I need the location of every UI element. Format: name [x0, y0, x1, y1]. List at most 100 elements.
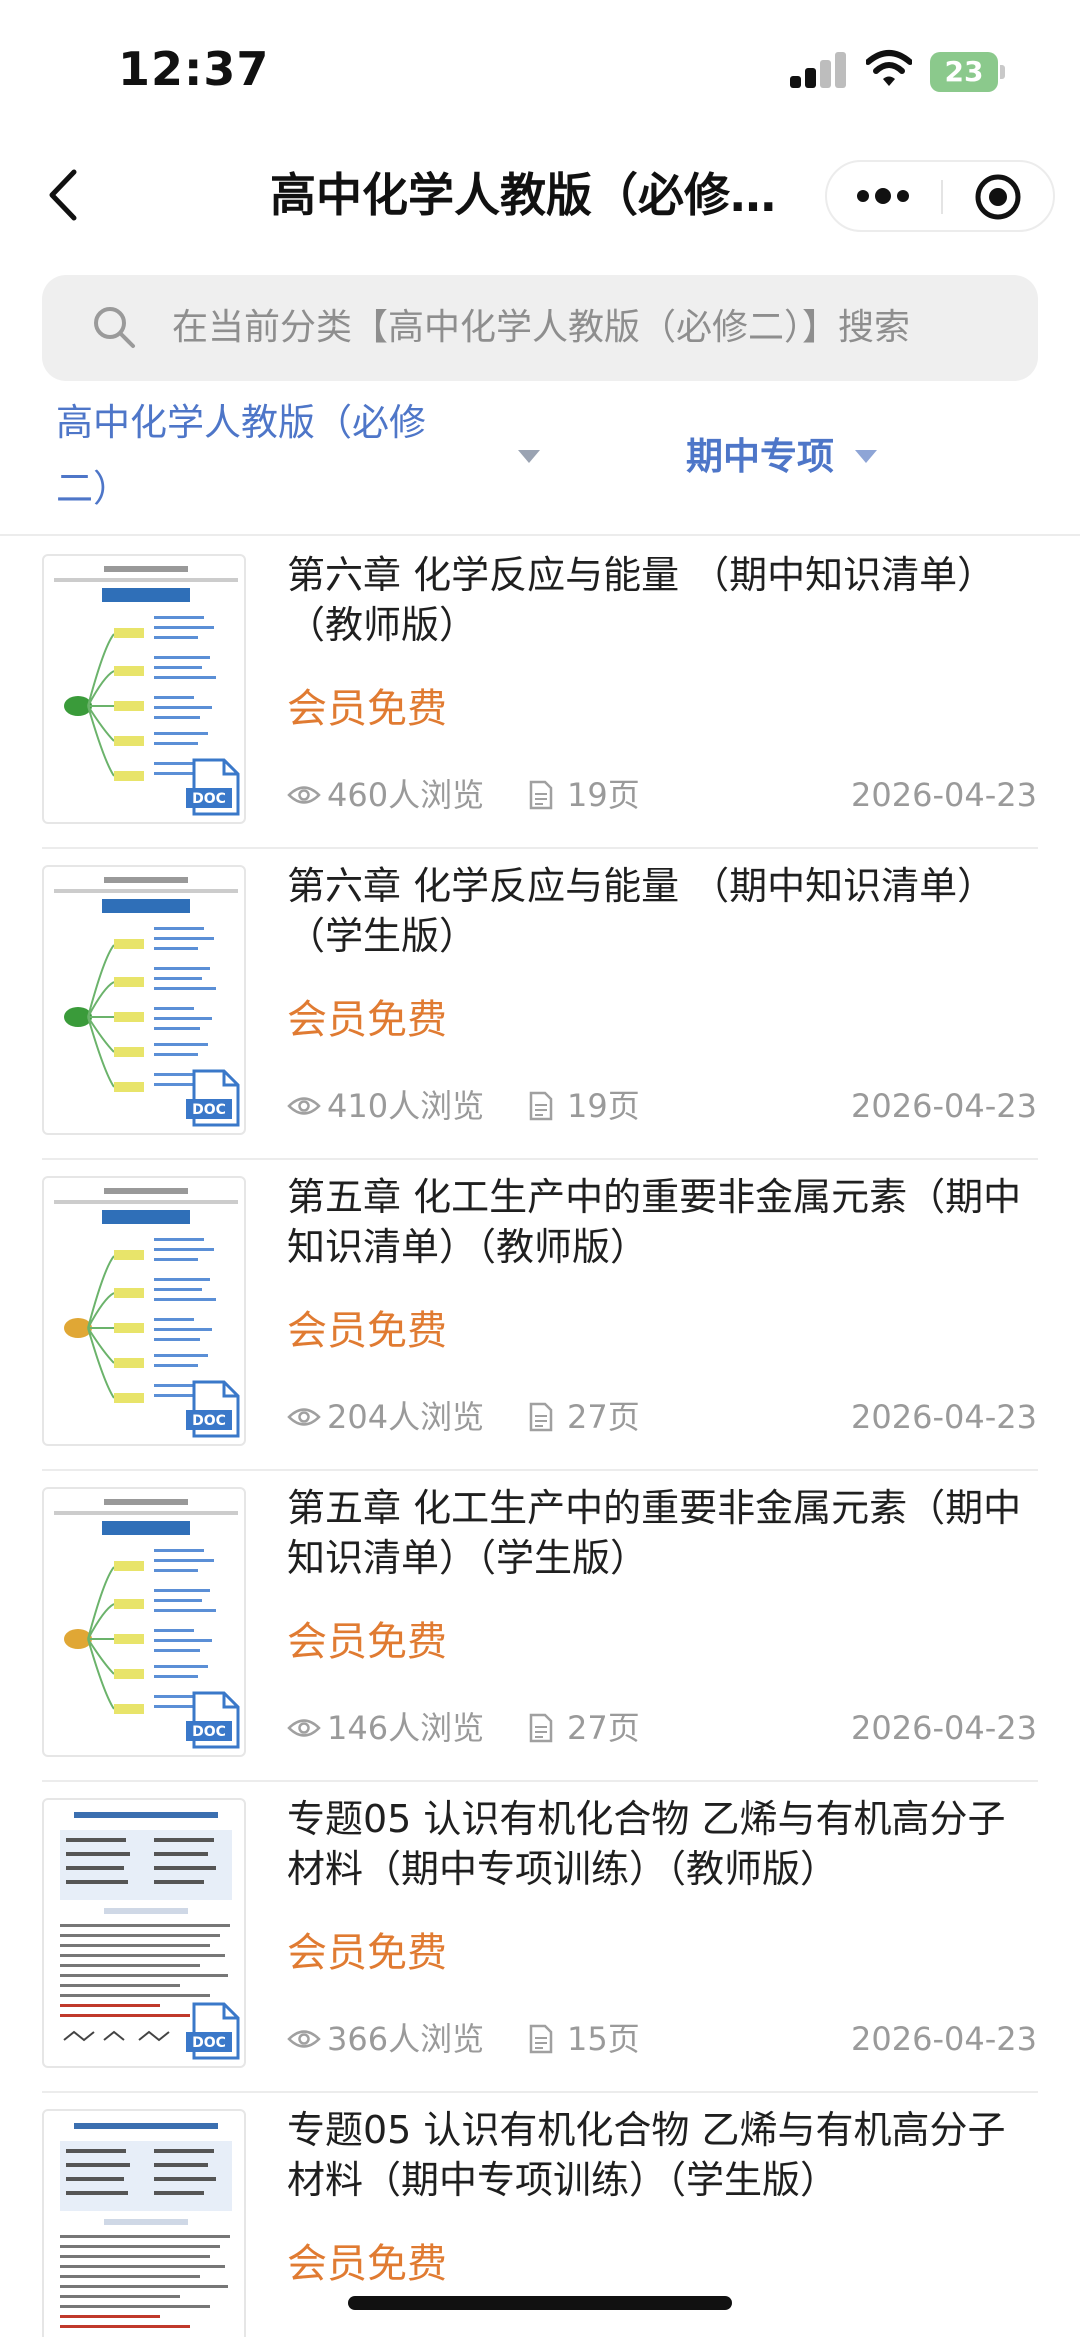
document-title-line2: 材料（期中专项训练）（学生版）: [287, 2158, 839, 2202]
doc-badge-label: DOC: [192, 2035, 226, 2051]
eye-icon: [287, 1408, 321, 1426]
wifi-icon: [866, 50, 912, 86]
nav-bar: 高中化学人教版（必修…: [0, 140, 1080, 250]
list-item[interactable]: DOC 专题05 认识有机化合物 乙烯与有机高分子 材料（期中专项训练）（教师版…: [0, 1782, 1080, 2093]
eye-icon: [287, 1097, 321, 1115]
doc-badge-icon: DOC: [186, 1069, 240, 1127]
signal-icon: [790, 52, 846, 88]
view-count: 460人浏览: [327, 776, 485, 814]
doc-badge-label: DOC: [192, 791, 226, 807]
page-title: 高中化学人教版（必修…: [270, 168, 776, 222]
page-icon: [529, 2024, 553, 2054]
search-placeholder: 在当前分类【高中化学人教版（必修二）】搜索: [172, 307, 911, 348]
view-count: 410人浏览: [327, 1087, 485, 1125]
page-icon: [529, 780, 553, 810]
document-title-line1: 第六章 化学反应与能量 （期中知识清单）: [287, 553, 996, 597]
more-dots-icon[interactable]: [847, 162, 927, 230]
page-icon: [529, 1713, 553, 1743]
document-title-line1: 第五章 化工生产中的重要非金属元素（期中: [287, 1486, 1022, 1530]
status-time: 12:37: [118, 42, 270, 96]
caret-down-icon[interactable]: [518, 450, 540, 463]
document-title-line1: 专题05 认识有机化合物 乙烯与有机高分子: [287, 1797, 1006, 1841]
publish-date: 2026-04-23: [851, 2020, 1037, 2058]
status-bar: 12:37 23: [0, 0, 1080, 140]
search-input[interactable]: 在当前分类【高中化学人教版（必修二）】搜索: [42, 275, 1038, 381]
home-indicator: [348, 2296, 732, 2310]
document-meta: 460人浏览 19页 2026-04-23: [287, 770, 1037, 820]
category-filter-line1: 高中化学人教版（必修: [56, 401, 426, 444]
page-count: 19页: [567, 776, 640, 814]
document-thumbnail: DOC: [42, 1176, 246, 1446]
topic-filter[interactable]: 期中专项: [686, 424, 834, 490]
capsule-divider: [941, 180, 943, 214]
price-label: 会员免费: [287, 997, 447, 1043]
doc-badge-label: DOC: [192, 1724, 226, 1740]
document-title-line2: （教师版）: [287, 603, 478, 647]
caret-down-icon[interactable]: [855, 450, 877, 463]
page-count: 27页: [567, 1709, 640, 1747]
doc-badge-icon: DOC: [186, 758, 240, 816]
price-label: 会员免费: [287, 2241, 447, 2287]
eye-icon: [287, 2030, 321, 2048]
document-thumbnail: DOC: [42, 554, 246, 824]
document-thumbnail: DOC: [42, 865, 246, 1135]
list-item[interactable]: DOC 第六章 化学反应与能量 （期中知识清单） （教师版） 会员免费 460人…: [0, 538, 1080, 849]
document-title-line2: （学生版）: [287, 914, 478, 958]
page-count: 27页: [567, 1398, 640, 1436]
eye-icon: [287, 1719, 321, 1737]
category-filter-line2: 二）: [56, 467, 130, 510]
document-title-line1: 第六章 化学反应与能量 （期中知识清单）: [287, 864, 996, 908]
mini-program-capsule: [825, 160, 1055, 232]
page-count: 19页: [567, 1087, 640, 1125]
list-item[interactable]: DOC 第五章 化工生产中的重要非金属元素（期中 知识清单）（学生版） 会员免费…: [0, 1471, 1080, 1782]
document-meta: 410人浏览 19页 2026-04-23: [287, 1081, 1037, 1131]
document-title-line1: 专题05 认识有机化合物 乙烯与有机高分子: [287, 2108, 1006, 2152]
doc-badge-icon: DOC: [186, 2002, 240, 2060]
document-title: 第五章 化工生产中的重要非金属元素（期中 知识清单）（学生版）: [287, 1483, 1047, 1583]
filter-row: 高中化学人教版（必修 二） 期中专项: [0, 390, 1080, 536]
document-title-line2: 知识清单）（学生版）: [287, 1536, 649, 1580]
search-icon: [94, 307, 135, 348]
page-count: 15页: [567, 2020, 640, 2058]
publish-date: 2026-04-23: [851, 1087, 1037, 1125]
doc-badge-label: DOC: [192, 1102, 226, 1118]
document-meta: 204人浏览 27页 2026-04-23: [287, 1392, 1037, 1442]
doc-badge-icon: DOC: [186, 1380, 240, 1438]
view-count: 146人浏览: [327, 1709, 485, 1747]
list-item[interactable]: DOC 第五章 化工生产中的重要非金属元素（期中 知识清单）（教师版） 会员免费…: [0, 1160, 1080, 1471]
doc-badge-icon: DOC: [186, 1691, 240, 1749]
publish-date: 2026-04-23: [851, 776, 1037, 814]
document-title: 第六章 化学反应与能量 （期中知识清单） （教师版）: [287, 550, 1047, 650]
document-thumbnail: [42, 2109, 246, 2337]
document-title: 第五章 化工生产中的重要非金属元素（期中 知识清单）（教师版）: [287, 1172, 1047, 1272]
document-title-line2: 材料（期中专项训练）（教师版）: [287, 1847, 839, 1891]
document-title: 专题05 认识有机化合物 乙烯与有机高分子 材料（期中专项训练）（教师版）: [287, 1794, 1047, 1894]
view-count: 204人浏览: [327, 1398, 485, 1436]
category-filter[interactable]: 高中化学人教版（必修 二）: [56, 390, 476, 522]
list-item[interactable]: DOC 第六章 化学反应与能量 （期中知识清单） （学生版） 会员免费 410人…: [0, 849, 1080, 1160]
document-thumbnail: DOC: [42, 1487, 246, 1757]
price-label: 会员免费: [287, 1619, 447, 1665]
page-icon: [529, 1402, 553, 1432]
document-meta: 146人浏览 27页 2026-04-23: [287, 1703, 1037, 1753]
doc-badge-label: DOC: [192, 1413, 226, 1429]
eye-icon: [287, 786, 321, 804]
publish-date: 2026-04-23: [851, 1398, 1037, 1436]
publish-date: 2026-04-23: [851, 1709, 1037, 1747]
battery-icon: 23: [930, 52, 1006, 92]
price-label: 会员免费: [287, 1930, 447, 1976]
document-title: 专题05 认识有机化合物 乙烯与有机高分子 材料（期中专项训练）（学生版）: [287, 2105, 1047, 2205]
document-meta: 366人浏览 15页 2026-04-23: [287, 2014, 1037, 2064]
document-title-line2: 知识清单）（教师版）: [287, 1225, 649, 1269]
document-list: DOC 第六章 化学反应与能量 （期中知识清单） （教师版） 会员免费 460人…: [0, 538, 1080, 2337]
price-label: 会员免费: [287, 1308, 447, 1354]
document-title-line1: 第五章 化工生产中的重要非金属元素（期中: [287, 1175, 1022, 1219]
view-count: 366人浏览: [327, 2020, 485, 2058]
close-circle-icon[interactable]: [973, 172, 1023, 222]
battery-level: 23: [944, 55, 984, 88]
document-title: 第六章 化学反应与能量 （期中知识清单） （学生版）: [287, 861, 1047, 961]
document-thumbnail: DOC: [42, 1798, 246, 2068]
page-icon: [529, 1091, 553, 1121]
back-arrow-icon[interactable]: [40, 162, 90, 228]
price-label: 会员免费: [287, 686, 447, 732]
